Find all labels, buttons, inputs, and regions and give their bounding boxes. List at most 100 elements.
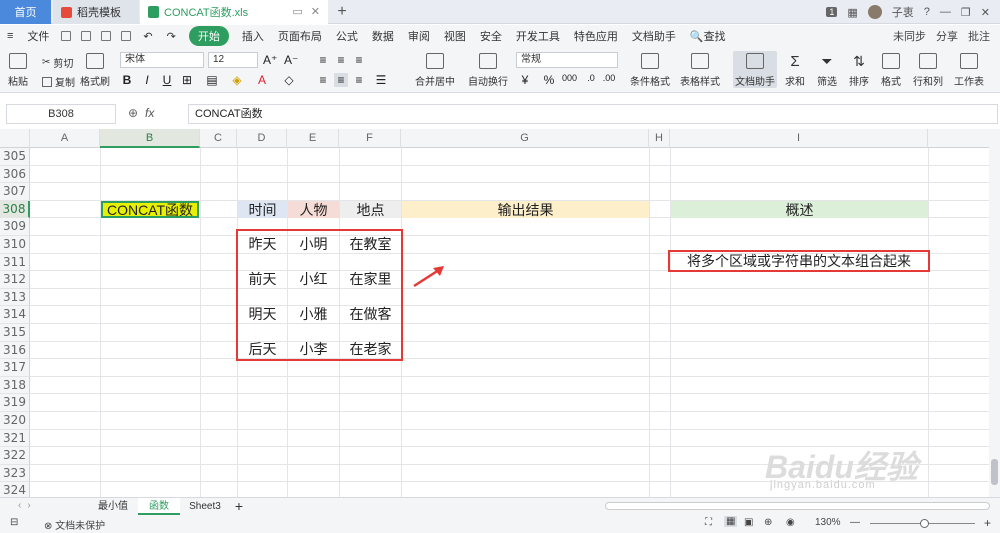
protect-status[interactable]: ⊗ 文档未保护 [44, 517, 105, 532]
zoom-slider-thumb[interactable] [920, 519, 929, 528]
currency-icon[interactable]: ¥ [518, 73, 532, 87]
grid-icon[interactable]: ▦ [847, 6, 857, 19]
row-header-320[interactable]: 320 [0, 412, 30, 430]
menu-page-layout[interactable]: 页面布局 [271, 28, 329, 44]
username[interactable]: 子衷 [892, 4, 914, 20]
avatar[interactable] [867, 5, 882, 19]
row-header-318[interactable]: 318 [0, 376, 30, 395]
sheet-tab-sheet3[interactable]: Sheet3 [182, 498, 228, 515]
italic-icon[interactable]: I [140, 73, 154, 87]
tab-file[interactable]: CONCAT函数.xls ▭ ✕ [140, 0, 328, 24]
view-grid-icon[interactable]: ▦ [724, 516, 738, 527]
spreadsheet-grid[interactable]: A B C D E F G H I 305 306 307 308 309 310 311 3… [0, 129, 990, 497]
tab-home[interactable]: 首页 [0, 0, 51, 24]
underline-icon[interactable]: U [160, 73, 174, 87]
column-header-b[interactable]: B [100, 129, 200, 148]
increase-decimal-icon[interactable]: .0 [584, 73, 598, 83]
column-header-c[interactable]: C [200, 129, 237, 148]
cell-header-place[interactable]: 地点 [340, 201, 401, 218]
row-col-button[interactable]: 行和列 [913, 53, 943, 88]
font-color-icon[interactable]: A [255, 73, 269, 87]
row-header-322[interactable]: 322 [0, 447, 30, 465]
align-right-icon[interactable]: ≡ [352, 73, 366, 87]
border-icon[interactable]: ⊞ [180, 73, 194, 87]
zoom-in-icon[interactable]: + [984, 516, 991, 530]
new-tab-button[interactable]: + [332, 0, 352, 24]
view-page-icon[interactable]: ▣ [744, 517, 753, 528]
row-header-309[interactable]: 309 [0, 218, 30, 236]
restore-icon[interactable]: ❐ [961, 6, 971, 19]
row-header-306[interactable]: 306 [0, 165, 30, 184]
menu-doc-assistant[interactable]: 文档助手 [625, 28, 683, 44]
vertical-scrollbar[interactable] [989, 129, 1000, 497]
zoom-search-icon[interactable]: ⊕ [128, 106, 138, 120]
window-count-badge[interactable]: 1 [826, 7, 838, 17]
menu-search[interactable]: 🔍查找 [683, 28, 733, 44]
row-header-307[interactable]: 307 [0, 183, 30, 201]
zoom-level[interactable]: 130% [815, 517, 841, 528]
row-header-315[interactable]: 315 [0, 324, 30, 342]
number-format-select[interactable]: 常规 [516, 52, 618, 68]
distributed-icon[interactable]: ☰ [374, 73, 388, 87]
row-header-312[interactable]: 312 [0, 271, 30, 289]
add-sheet-button[interactable]: + [231, 498, 247, 515]
font-name-select[interactable]: 宋体 [120, 52, 204, 68]
fill-color-icon[interactable]: ◈ [230, 73, 244, 87]
sync-status[interactable]: 未同步 [893, 28, 926, 44]
decrease-decimal-icon[interactable]: .00 [602, 73, 616, 83]
macro-icon[interactable]: ⊟ [10, 517, 18, 528]
copy-button[interactable]: 复制 [42, 74, 75, 89]
redo-icon[interactable]: ↷ [160, 30, 183, 43]
tab-template[interactable]: 稻壳模板 [53, 0, 139, 24]
wrap-text-button[interactable]: 自动换行 [468, 53, 508, 88]
close-icon[interactable]: ✕ [981, 6, 990, 19]
format-button[interactable]: 格式 [881, 53, 901, 88]
fx-icon[interactable]: fx [145, 106, 154, 120]
sort-button[interactable]: ⇅ 排序 [849, 53, 869, 88]
column-header-d[interactable]: D [237, 129, 287, 148]
view-normal-icon[interactable]: ⛶ [705, 517, 712, 528]
row-header-317[interactable]: 317 [0, 359, 30, 377]
sheet-nav-arrows[interactable]: ‹› [18, 500, 37, 511]
merge-center-button[interactable]: 合并居中 [415, 53, 455, 88]
cell-header-time[interactable]: 时间 [238, 201, 287, 218]
cut-button[interactable]: ✂ 剪切 [42, 55, 73, 70]
align-bottom-icon[interactable]: ≡ [352, 53, 366, 67]
percent-icon[interactable]: % [542, 73, 556, 87]
print-preview-icon[interactable] [81, 31, 92, 41]
row-header-321[interactable]: 321 [0, 429, 30, 448]
formula-input[interactable]: CONCAT函数 [188, 104, 998, 124]
row-header-313[interactable]: 313 [0, 288, 30, 307]
row-header-319[interactable]: 319 [0, 394, 30, 412]
column-header-a[interactable]: A [30, 129, 100, 148]
shrink-font-icon[interactable]: A⁻ [284, 53, 298, 67]
row-header-314[interactable]: 314 [0, 306, 30, 324]
select-all-corner[interactable] [0, 129, 30, 148]
row-header-316[interactable]: 316 [0, 341, 30, 360]
thousands-icon[interactable]: 000 [562, 73, 577, 83]
paste-button[interactable]: 粘贴 [8, 53, 28, 88]
undo-icon[interactable]: ↶ [136, 30, 159, 43]
row-header-308[interactable]: 308 [0, 200, 30, 219]
grow-font-icon[interactable]: A⁺ [263, 53, 277, 67]
format-painter-button[interactable]: 格式刷 [80, 53, 110, 88]
bold-icon[interactable]: B [120, 73, 134, 87]
clear-icon[interactable]: ◇ [282, 73, 296, 87]
sum-button[interactable]: Σ 求和 [785, 53, 805, 88]
row-header-310[interactable]: 310 [0, 236, 30, 254]
menu-formulas[interactable]: 公式 [329, 28, 365, 44]
description-annotation[interactable]: 将多个区域或字符串的文本组合起来 [668, 250, 930, 272]
menu-start[interactable]: 开始 [188, 26, 229, 46]
conditional-format-button[interactable]: 条件格式 [630, 53, 670, 88]
minimize-icon[interactable]: — [940, 6, 951, 18]
menu-data[interactable]: 数据 [365, 28, 401, 44]
menu-insert[interactable]: 插入 [235, 28, 271, 44]
menu-security[interactable]: 安全 [473, 28, 509, 44]
menu-special[interactable]: 特色应用 [567, 28, 625, 44]
menu-view[interactable]: 视图 [437, 28, 473, 44]
save-icon[interactable] [61, 31, 72, 41]
scroll-thumb[interactable] [991, 459, 998, 485]
cell-header-overview[interactable]: 概述 [671, 201, 928, 218]
row-header-324[interactable]: 324 [0, 482, 30, 497]
row-header-305[interactable]: 305 [0, 148, 30, 166]
